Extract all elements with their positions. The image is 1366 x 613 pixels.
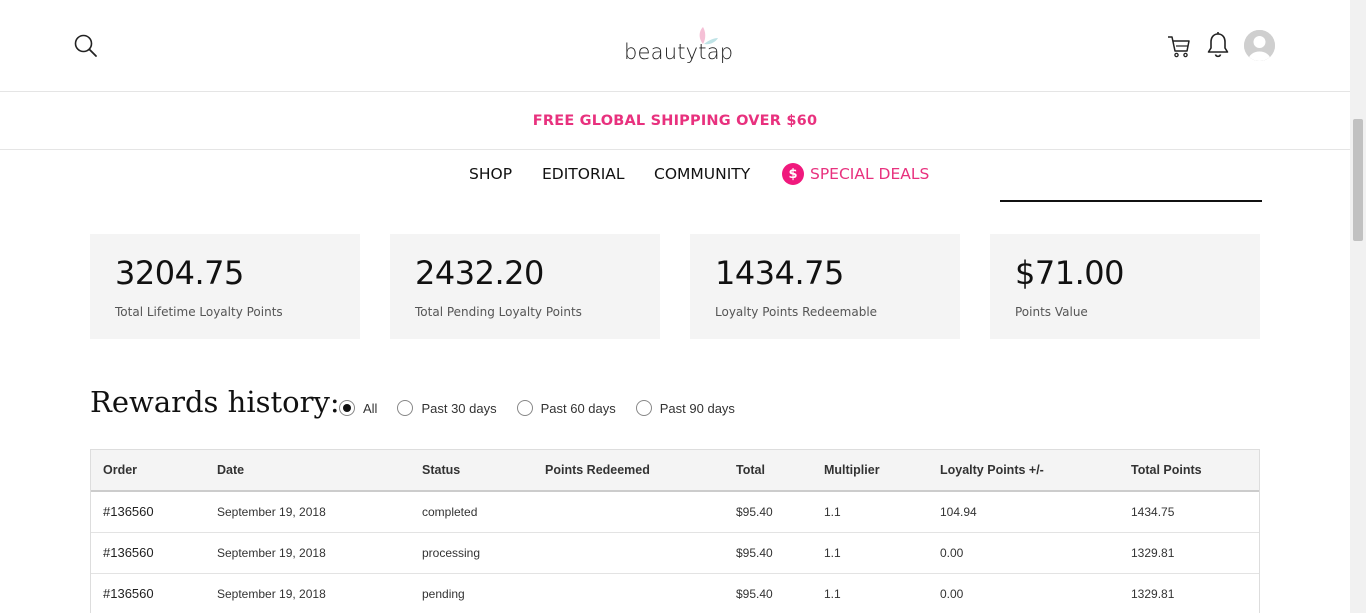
page-scrollbar[interactable]: [1350, 0, 1366, 613]
radio-unselected-icon[interactable]: [635, 400, 652, 416]
nav-editorial[interactable]: EDITORIAL: [542, 165, 625, 183]
cell-total: $95.40: [736, 587, 773, 601]
cell-date: September 19, 2018: [217, 505, 326, 519]
table-header: Order Date Status Points Redeemed Total …: [91, 450, 1259, 492]
column-header[interactable]: Order: [103, 463, 137, 477]
stat-value: 2432.20: [415, 254, 544, 292]
promo-banner: FREE GLOBAL SHIPPING OVER $60: [0, 92, 1350, 150]
table-row: #136560 September 19, 2018 pending $95.4…: [91, 574, 1259, 613]
date-filter-group: All Past 30 days Past 60 days Past 90 da…: [339, 400, 755, 416]
cart-icon[interactable]: [1166, 33, 1192, 59]
cell-total: $95.40: [736, 546, 773, 560]
table-row: #136560 September 19, 2018 processing $9…: [91, 533, 1259, 574]
column-header[interactable]: Points Redeemed: [545, 463, 650, 477]
cell-multiplier: 1.1: [824, 587, 841, 601]
filter-label: Past 60 days: [540, 400, 616, 416]
stat-card-pending: 2432.20 Total Pending Loyalty Points: [390, 234, 660, 339]
filter-60-days-radio[interactable]: Past 60 days: [516, 400, 616, 416]
cell-multiplier: 1.1: [824, 505, 841, 519]
cell-date: September 19, 2018: [217, 587, 326, 601]
column-header[interactable]: Multiplier: [824, 463, 880, 477]
cell-loyalty-delta: 0.00: [940, 546, 964, 560]
avatar-icon: [1244, 30, 1275, 61]
logo-text: beautytap: [624, 40, 734, 64]
cell-multiplier: 1.1: [824, 546, 841, 560]
stat-label: Total Pending Loyalty Points: [415, 305, 582, 319]
avatar[interactable]: [1244, 30, 1275, 61]
scrollbar-thumb[interactable]: [1353, 119, 1363, 241]
cell-total-points: 1329.81: [1131, 587, 1175, 601]
bell-icon[interactable]: [1206, 31, 1230, 59]
filter-90-days-radio[interactable]: Past 90 days: [635, 400, 735, 416]
cell-status: processing: [422, 546, 481, 560]
stat-label: Points Value: [1015, 305, 1088, 319]
order-link[interactable]: #136560: [103, 504, 154, 519]
dollar-icon: $: [782, 163, 804, 185]
column-header[interactable]: Loyalty Points +/-: [940, 463, 1044, 477]
radio-selected-icon[interactable]: [339, 400, 355, 416]
cell-date: September 19, 2018: [217, 546, 326, 560]
filter-all-radio[interactable]: All: [339, 400, 377, 416]
order-link[interactable]: #136560: [103, 586, 154, 601]
cell-total-points: 1434.75: [1131, 505, 1175, 519]
radio-unselected-icon[interactable]: [516, 400, 533, 416]
cell-loyalty-delta: 0.00: [940, 587, 964, 601]
filter-30-days-radio[interactable]: Past 30 days: [397, 400, 497, 416]
site-header: beautytap: [0, 0, 1350, 92]
cell-total-points: 1329.81: [1131, 546, 1175, 560]
filter-label: Past 90 days: [659, 400, 735, 416]
cell-total: $95.40: [736, 505, 773, 519]
stat-card-points-value: $71.00 Points Value: [990, 234, 1260, 339]
nav-community[interactable]: COMMUNITY: [654, 165, 750, 183]
nav-shop[interactable]: SHOP: [469, 165, 512, 183]
order-link[interactable]: #136560: [103, 545, 154, 560]
site-logo[interactable]: beautytap: [622, 26, 734, 68]
cell-status: completed: [422, 505, 478, 519]
stat-value: 3204.75: [115, 254, 244, 292]
column-header[interactable]: Date: [217, 463, 244, 477]
nav-special-deals-label: SPECIAL DEALS: [810, 165, 930, 183]
column-header[interactable]: Total Points: [1131, 463, 1202, 477]
stat-label: Total Lifetime Loyalty Points: [115, 305, 283, 319]
main-nav: SHOP EDITORIAL COMMUNITY $ SPECIAL DEALS: [0, 163, 1350, 189]
stat-card-redeemable: 1434.75 Loyalty Points Redeemable: [690, 234, 960, 339]
table-row: #136560 September 19, 2018 completed $95…: [91, 492, 1259, 533]
stat-value: $71.00: [1015, 254, 1124, 292]
radio-unselected-icon[interactable]: [397, 400, 414, 416]
stat-card-lifetime: 3204.75 Total Lifetime Loyalty Points: [90, 234, 360, 339]
column-header[interactable]: Status: [422, 463, 460, 477]
rewards-table: Order Date Status Points Redeemed Total …: [90, 449, 1260, 613]
column-header[interactable]: Total: [736, 463, 765, 477]
rewards-history-title: Rewards history:: [90, 385, 340, 419]
nav-active-underline: [1000, 200, 1262, 202]
search-icon[interactable]: [73, 33, 99, 59]
cell-status: pending: [422, 587, 465, 601]
promo-text: FREE GLOBAL SHIPPING OVER $60: [532, 113, 818, 129]
filter-label: All: [363, 400, 378, 416]
nav-special-deals[interactable]: $ SPECIAL DEALS: [782, 163, 929, 185]
stat-label: Loyalty Points Redeemable: [715, 305, 878, 319]
cell-loyalty-delta: 104.94: [940, 505, 977, 519]
filter-label: Past 30 days: [421, 400, 497, 416]
stat-value: 1434.75: [715, 254, 844, 292]
